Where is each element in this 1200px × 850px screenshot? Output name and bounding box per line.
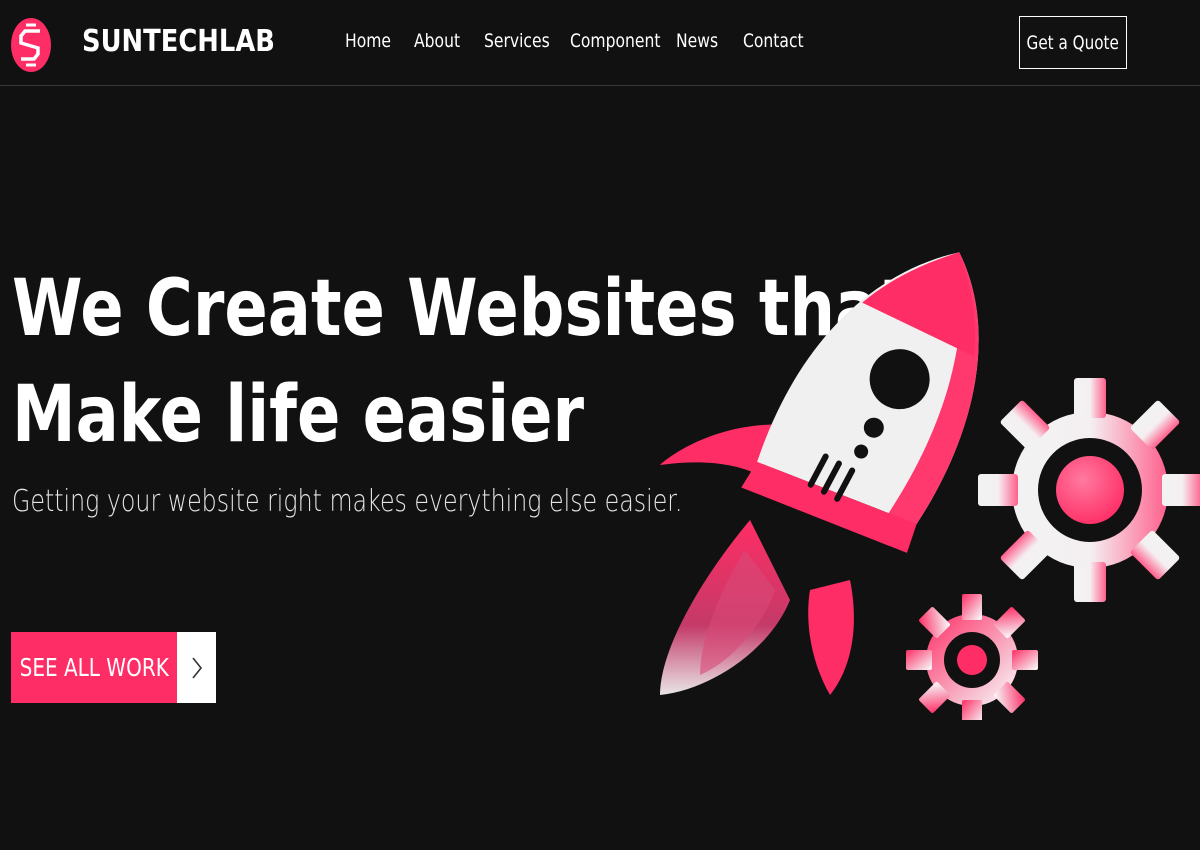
see-all-work-button[interactable]: SEE ALL WORK bbox=[11, 632, 216, 703]
hero-subtitle: Getting your website right makes everyth… bbox=[12, 484, 683, 519]
cta-arrow-box[interactable] bbox=[177, 632, 216, 703]
rocket-flame bbox=[660, 520, 790, 695]
nav-component[interactable]: Component bbox=[570, 30, 660, 52]
nav-news[interactable]: News bbox=[676, 30, 718, 52]
nav-about[interactable]: About bbox=[414, 30, 460, 52]
hero-title-line-2: Make life easier bbox=[12, 370, 585, 460]
site-header: SUNTECHLAB Home About Services Component… bbox=[0, 0, 1200, 86]
hero-title-line-1: We Create Websites that bbox=[12, 264, 909, 354]
small-gear bbox=[906, 594, 1038, 720]
hero-title: We Create Websites that Make life easier bbox=[12, 256, 909, 468]
nav-home[interactable]: Home bbox=[345, 30, 391, 52]
chevron-right-icon bbox=[191, 657, 202, 678]
get-a-quote-button[interactable]: Get a Quote bbox=[1019, 16, 1127, 69]
page: SUNTECHLAB Home About Services Component… bbox=[0, 0, 1200, 850]
large-gear bbox=[978, 378, 1200, 602]
nav-services[interactable]: Services bbox=[484, 30, 550, 52]
rocket-body bbox=[741, 252, 979, 553]
see-all-work-label: SEE ALL WORK bbox=[19, 653, 169, 682]
nav-contact[interactable]: Contact bbox=[743, 30, 804, 52]
rocket-and-gears-illustration bbox=[660, 252, 1200, 720]
brand-name[interactable]: SUNTECHLAB bbox=[82, 24, 275, 59]
s-logo-icon[interactable] bbox=[10, 17, 52, 73]
see-all-work-label-box[interactable]: SEE ALL WORK bbox=[11, 632, 177, 703]
get-a-quote-label: Get a Quote bbox=[1026, 31, 1120, 54]
